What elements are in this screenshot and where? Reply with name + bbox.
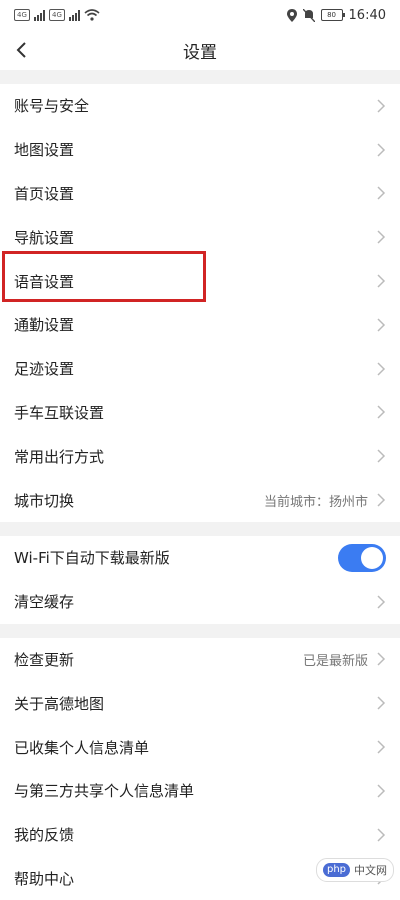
row-home-settings[interactable]: 首页设置 bbox=[0, 172, 400, 216]
signal-icon bbox=[69, 9, 80, 21]
chevron-right-icon bbox=[377, 828, 386, 842]
row-label: 首页设置 bbox=[14, 184, 75, 203]
toggle-knob bbox=[361, 546, 383, 569]
chevron-right-icon bbox=[377, 740, 386, 754]
chevron-right-icon bbox=[377, 362, 386, 376]
row-wifi-auto-download: Wi-Fi下自动下载最新版 bbox=[0, 536, 400, 580]
status-bar: 4G 4G 80 16:40 bbox=[0, 0, 400, 30]
row-third-party-share-list[interactable]: 与第三方共享个人信息清单 bbox=[0, 769, 400, 813]
chevron-right-icon bbox=[377, 99, 386, 113]
row-label: 手车互联设置 bbox=[14, 403, 105, 422]
row-label: 账号与安全 bbox=[14, 97, 90, 116]
watermark-text: 中文网 bbox=[354, 864, 388, 877]
chevron-right-icon bbox=[377, 493, 386, 507]
row-footprint-settings[interactable]: 足迹设置 bbox=[0, 347, 400, 391]
location-icon bbox=[286, 8, 297, 22]
clock: 16:40 bbox=[348, 7, 386, 23]
mute-bell-icon bbox=[302, 8, 315, 22]
row-commute-settings[interactable]: 通勤设置 bbox=[0, 303, 400, 347]
row-label: 清空缓存 bbox=[14, 593, 75, 612]
chevron-right-icon bbox=[377, 143, 386, 157]
row-collected-info-list[interactable]: 已收集个人信息清单 bbox=[0, 725, 400, 769]
row-my-feedback[interactable]: 我的反馈 bbox=[0, 813, 400, 857]
current-city-value: 当前城市：扬州市 bbox=[263, 494, 368, 510]
wifi-icon bbox=[84, 9, 100, 21]
row-label: 足迹设置 bbox=[14, 360, 75, 379]
row-about-amap[interactable]: 关于高德地图 bbox=[0, 681, 400, 725]
sim1-icon: 4G bbox=[14, 9, 30, 21]
settings-group-storage: Wi-Fi下自动下载最新版 清空缓存 bbox=[0, 535, 400, 624]
row-label: 常用出行方式 bbox=[14, 447, 105, 466]
watermark-logo: php 中文网 bbox=[316, 858, 394, 882]
nav-bar: 设置 bbox=[0, 30, 400, 70]
chevron-right-icon bbox=[377, 230, 386, 244]
chevron-right-icon bbox=[377, 186, 386, 201]
row-map-settings[interactable]: 地图设置 bbox=[0, 128, 400, 172]
row-label: 城市切换 bbox=[14, 491, 75, 510]
row-city-switch[interactable]: 城市切换 当前城市：扬州市 bbox=[0, 478, 400, 522]
chevron-right-icon bbox=[377, 318, 386, 332]
chevron-right-icon bbox=[377, 274, 386, 288]
chevron-right-icon bbox=[377, 405, 386, 419]
row-clear-cache[interactable]: 清空缓存 bbox=[0, 580, 400, 624]
row-check-update[interactable]: 检查更新 已是最新版 bbox=[0, 638, 400, 682]
row-label: 检查更新 bbox=[14, 650, 75, 669]
row-label: 我的反馈 bbox=[14, 826, 75, 845]
chevron-right-icon bbox=[377, 696, 386, 710]
row-label: 与第三方共享个人信息清单 bbox=[14, 782, 195, 801]
section-divider bbox=[0, 623, 400, 638]
chevron-left-icon[interactable] bbox=[10, 38, 34, 62]
row-car-link-settings[interactable]: 手车互联设置 bbox=[0, 391, 400, 435]
chevron-right-icon bbox=[377, 595, 386, 609]
row-travel-mode[interactable]: 常用出行方式 bbox=[0, 434, 400, 478]
chevron-right-icon bbox=[377, 652, 386, 666]
section-divider bbox=[0, 521, 400, 536]
row-label: 已收集个人信息清单 bbox=[14, 738, 150, 757]
row-label: 语音设置 bbox=[14, 272, 75, 291]
battery-icon: 80 bbox=[320, 9, 345, 21]
chevron-right-icon bbox=[377, 784, 386, 798]
row-label: 关于高德地图 bbox=[14, 694, 105, 713]
wifi-download-toggle[interactable] bbox=[338, 543, 386, 572]
watermark-brand: php bbox=[322, 863, 351, 877]
update-status-value: 已是最新版 bbox=[302, 653, 368, 669]
row-label: Wi-Fi下自动下载最新版 bbox=[14, 549, 170, 568]
row-label: 导航设置 bbox=[14, 228, 75, 247]
row-navigation-settings[interactable]: 导航设置 bbox=[0, 215, 400, 259]
signal-icon bbox=[34, 9, 45, 21]
row-account-security[interactable]: 账号与安全 bbox=[0, 84, 400, 128]
sim2-icon: 4G bbox=[49, 9, 65, 21]
section-divider bbox=[0, 70, 400, 84]
chevron-right-icon bbox=[377, 449, 386, 463]
page-title: 设置 bbox=[183, 42, 217, 63]
row-label: 通勤设置 bbox=[14, 316, 75, 335]
settings-group-main: 账号与安全 地图设置 首页设置 导航设置 语音设置 通勤设置 足迹设置 手车互联… bbox=[0, 84, 400, 522]
row-voice-settings[interactable]: 语音设置 bbox=[0, 259, 400, 303]
row-label: 地图设置 bbox=[14, 141, 75, 160]
